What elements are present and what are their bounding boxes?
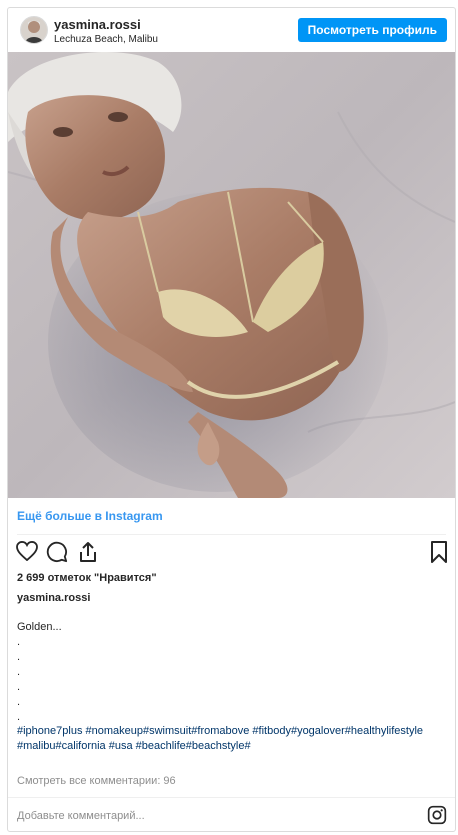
comment-icon[interactable] [46,541,68,568]
caption-author[interactable]: yasmina.rossi [17,592,90,604]
view-more-instagram-link[interactable]: Ещё больше в Instagram [17,509,163,523]
view-all-comments-link[interactable]: Смотреть все комментарии: 96 [17,775,176,787]
likes-count[interactable]: 2 699 отметок "Нравится" [17,572,157,584]
add-comment-field[interactable]: Добавьте комментарий... [17,810,397,822]
divider [8,797,455,798]
bookmark-icon[interactable] [430,541,448,568]
share-icon[interactable] [78,541,98,568]
instagram-embed-card: yasmina.rossi Lechuza Beach, Malibu Посм… [7,7,456,832]
post-header: yasmina.rossi Lechuza Beach, Malibu Посм… [8,8,455,50]
location[interactable]: Lechuza Beach, Malibu [54,34,158,45]
caption-text: Golden... . . . . . . [17,621,62,723]
avatar[interactable] [20,16,48,44]
view-profile-button[interactable]: Посмотреть профиль [297,18,447,42]
divider [17,534,446,535]
hashtags[interactable]: #iphone7plus #nomakeup#swimsuit#fromabov… [17,724,442,754]
username[interactable]: yasmina.rossi [54,17,141,32]
instagram-icon[interactable] [427,805,447,825]
heart-icon[interactable] [16,540,38,566]
post-image[interactable] [8,52,455,498]
